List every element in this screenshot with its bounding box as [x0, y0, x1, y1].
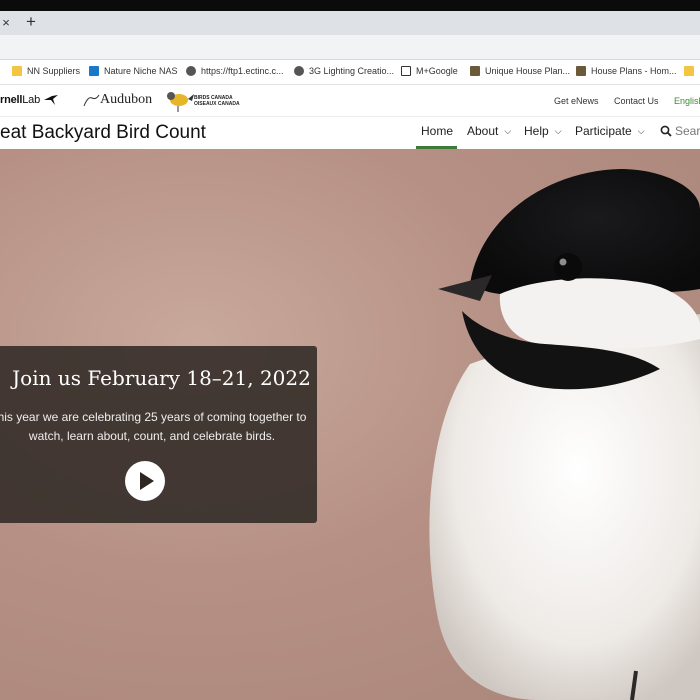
- nas-icon: [89, 66, 99, 76]
- bird-silhouette-icon: [43, 95, 58, 106]
- nav-home[interactable]: Home: [421, 124, 453, 138]
- bookmark-3g-lighting[interactable]: 3G Lighting Creatio...: [294, 66, 394, 76]
- play-video-button[interactable]: [125, 461, 165, 501]
- birds-canada-bird-icon[interactable]: [164, 90, 194, 112]
- bookmark-nature-niche-nas[interactable]: Nature Niche NAS: [89, 66, 178, 76]
- event-heading: Join us February 18–21, 2022: [12, 366, 311, 390]
- bookmark-unique-house-plans[interactable]: Unique House Plan...: [470, 66, 570, 76]
- hero-banner: Join us February 18–21, 2022 his year we…: [0, 149, 700, 700]
- event-card: Join us February 18–21, 2022 his year we…: [0, 346, 317, 523]
- nav-about[interactable]: About ⌵: [467, 124, 511, 138]
- event-description: his year we are celebrating 25 years of …: [0, 410, 307, 443]
- search-icon: [660, 125, 672, 137]
- bookmarks-bar: NN Suppliers Nature Niche NAS https://ft…: [0, 60, 700, 85]
- partner-header: rnellLab Audubon BIRDS CANADA OISEAUX CA…: [0, 85, 700, 117]
- nav-help[interactable]: Help ⌵: [524, 124, 562, 138]
- window-top-edge: [0, 0, 700, 11]
- language-link[interactable]: English: [674, 96, 700, 106]
- play-icon: [140, 472, 154, 490]
- search-link[interactable]: Sear: [660, 124, 700, 138]
- birds-canada-logo-text: BIRDS CANADA OISEAUX CANADA: [194, 95, 240, 107]
- get-enews-link[interactable]: Get eNews: [554, 96, 599, 106]
- egret-icon: [83, 94, 100, 107]
- contact-us-link[interactable]: Contact Us: [614, 96, 659, 106]
- cornell-lab-logo[interactable]: rnellLab: [0, 94, 59, 106]
- browser-tab-strip: × +: [0, 11, 700, 35]
- bookmark-m-google[interactable]: M+Google: [401, 66, 458, 76]
- chevron-down-icon: ⌵: [554, 125, 562, 136]
- new-tab-button[interactable]: +: [26, 12, 36, 32]
- close-tab-icon[interactable]: ×: [0, 15, 12, 30]
- folder-icon: [684, 66, 694, 76]
- globe-icon: [294, 66, 304, 76]
- bookmark-ftp-ectinc[interactable]: https://ftp1.ectinc.c...: [186, 66, 284, 76]
- bookmark-nn-suppliers[interactable]: NN Suppliers: [12, 66, 80, 76]
- chevron-down-icon: ⌵: [637, 125, 645, 136]
- nav-participate[interactable]: Participate ⌵: [575, 124, 645, 138]
- bookmark-house-plans[interactable]: House Plans - Hom...: [576, 66, 677, 76]
- bookmark-overflow[interactable]: [684, 66, 699, 76]
- chevron-down-icon: ⌵: [504, 125, 512, 136]
- site-title[interactable]: eat Backyard Bird Count: [0, 122, 206, 144]
- folder-icon: [12, 66, 22, 76]
- audubon-logo[interactable]: Audubon: [82, 92, 152, 108]
- image-icon: [470, 66, 480, 76]
- globe-icon: [186, 66, 196, 76]
- address-bar[interactable]: [0, 35, 700, 60]
- site-navigation: eat Backyard Bird Count Home About ⌵ Help…: [0, 117, 700, 149]
- image-icon: [576, 66, 586, 76]
- page-icon: [401, 66, 411, 76]
